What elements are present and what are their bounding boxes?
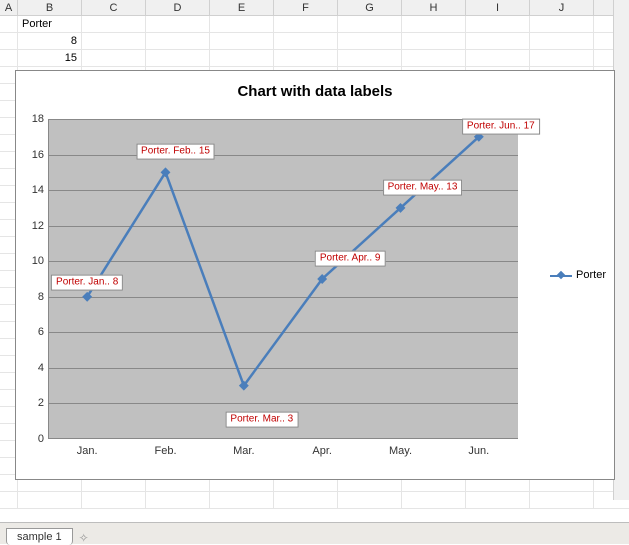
y-axis-tick-label: 18 <box>22 113 48 125</box>
new-sheet-icon[interactable]: ✧ <box>77 531 91 545</box>
cell[interactable] <box>338 16 402 32</box>
cell[interactable] <box>466 33 530 49</box>
x-axis-tick-label: Apr. <box>312 439 332 457</box>
cell[interactable] <box>530 492 594 508</box>
column-header[interactable]: H <box>402 0 466 15</box>
y-axis-tick-label: 14 <box>22 184 48 196</box>
cell[interactable] <box>402 33 466 49</box>
table-row: 8 <box>0 33 629 50</box>
cell[interactable] <box>210 16 274 32</box>
tab-sample1[interactable]: sample 1 <box>6 528 73 545</box>
cell[interactable] <box>530 16 594 32</box>
cell[interactable]: 8 <box>18 33 82 49</box>
data-label: Porter. Feb.. 15 <box>136 144 215 160</box>
y-axis-tick-label: 0 <box>22 433 48 445</box>
x-axis-tick-label: May. <box>389 439 412 457</box>
chart[interactable]: Chart with data labels Porter. Jan.. 8Po… <box>15 70 615 480</box>
cell[interactable] <box>146 50 210 66</box>
cell[interactable]: Porter <box>18 16 82 32</box>
column-header[interactable]: D <box>146 0 210 15</box>
vertical-scrollbar[interactable] <box>613 0 629 500</box>
cell[interactable] <box>402 50 466 66</box>
cell[interactable] <box>466 16 530 32</box>
cell[interactable] <box>0 16 18 32</box>
column-header[interactable]: E <box>210 0 274 15</box>
cell[interactable] <box>530 33 594 49</box>
cell[interactable] <box>338 33 402 49</box>
column-header[interactable]: B <box>18 0 82 15</box>
plot-area: Porter. Jan.. 8 Porter. Feb.. 15 Porter. M… <box>48 119 518 439</box>
data-label: Porter. Jun.. 17 <box>462 118 540 134</box>
table-row: 15 <box>0 50 629 67</box>
cell[interactable] <box>82 492 146 508</box>
cell[interactable] <box>18 492 82 508</box>
data-label: Porter. Apr.. 9 <box>315 251 386 267</box>
x-axis-tick-label: Jan. <box>77 439 98 457</box>
data-label: Porter. Mar.. 3 <box>225 411 298 427</box>
cell[interactable] <box>210 50 274 66</box>
cell[interactable]: 15 <box>18 50 82 66</box>
cell[interactable] <box>466 50 530 66</box>
table-row: Porter <box>0 16 629 33</box>
cell[interactable] <box>146 33 210 49</box>
cell[interactable] <box>82 16 146 32</box>
cell[interactable] <box>0 50 18 66</box>
cell[interactable] <box>530 50 594 66</box>
x-axis-tick-label: Jun. <box>468 439 489 457</box>
cell[interactable] <box>274 16 338 32</box>
column-header[interactable]: I <box>466 0 530 15</box>
sheet-tabs: sample 1 ✧ <box>0 522 629 544</box>
chart-title: Chart with data labels <box>16 71 614 108</box>
y-axis-tick-label: 10 <box>22 255 48 267</box>
cell[interactable] <box>274 33 338 49</box>
cell[interactable] <box>338 492 402 508</box>
cell[interactable] <box>210 492 274 508</box>
cell[interactable] <box>82 33 146 49</box>
x-axis-tick-label: Feb. <box>154 439 176 457</box>
cell[interactable] <box>0 33 18 49</box>
cell[interactable] <box>0 492 18 508</box>
cell[interactable] <box>146 492 210 508</box>
legend-swatch-icon <box>550 270 572 280</box>
cell[interactable] <box>210 33 274 49</box>
y-axis-tick-label: 2 <box>22 397 48 409</box>
y-axis-tick-label: 4 <box>22 362 48 374</box>
y-axis-tick-label: 16 <box>22 149 48 161</box>
y-axis-tick-label: 6 <box>22 326 48 338</box>
data-label: Porter. Jan.. 8 <box>51 274 123 290</box>
legend: Porter <box>550 269 606 281</box>
column-header[interactable]: C <box>82 0 146 15</box>
cell[interactable] <box>338 50 402 66</box>
y-axis-tick-label: 12 <box>22 220 48 232</box>
column-header[interactable]: J <box>530 0 594 15</box>
cell[interactable] <box>402 492 466 508</box>
column-headers: ABCDEFGHIJ <box>0 0 629 16</box>
x-axis-tick-label: Mar. <box>233 439 254 457</box>
data-label: Porter. May.. 13 <box>383 179 463 195</box>
cell[interactable] <box>146 16 210 32</box>
y-axis-tick-label: 8 <box>22 291 48 303</box>
column-header[interactable]: G <box>338 0 402 15</box>
cell[interactable] <box>466 492 530 508</box>
cell[interactable] <box>274 50 338 66</box>
legend-label: Porter <box>576 269 606 281</box>
column-header[interactable]: F <box>274 0 338 15</box>
cell[interactable] <box>274 492 338 508</box>
column-header[interactable]: A <box>0 0 18 15</box>
table-row <box>0 492 629 509</box>
cell[interactable] <box>82 50 146 66</box>
cell[interactable] <box>402 16 466 32</box>
